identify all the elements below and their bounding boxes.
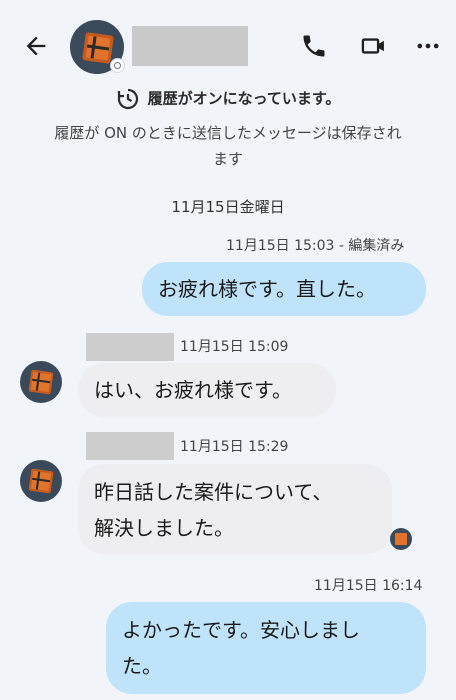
history-status: 履歴がオンになっています。: [0, 86, 456, 111]
history-clock-icon: [117, 88, 138, 109]
message-bubble-incoming[interactable]: 昨日話した案件について、 解決しました。: [78, 464, 392, 554]
read-receipt-avatar: [390, 528, 412, 550]
sender-name-redacted: [86, 333, 174, 361]
history-title: 履歴がオンになっています。: [147, 89, 341, 108]
chat-header: [0, 0, 456, 88]
presence-status-icon: [111, 59, 124, 72]
contact-name-redacted: [132, 26, 248, 66]
history-subtitle: 履歴が ON のときに送信したメッセージは保存され ます: [54, 124, 402, 168]
video-camera-icon[interactable]: [360, 32, 388, 60]
contact-avatar[interactable]: [70, 20, 124, 74]
message-timestamp: 11月15日 15:29: [180, 439, 289, 455]
message-timestamp: 11月15日 15:09: [180, 339, 289, 355]
sender-name-redacted: [86, 432, 174, 460]
sender-avatar[interactable]: [20, 460, 62, 502]
message-bubble-incoming[interactable]: はい、お疲れ様です。: [78, 363, 336, 417]
message-bubble-outgoing[interactable]: お疲れ様です。直した。: [142, 262, 426, 316]
sender-avatar[interactable]: [20, 361, 62, 403]
more-horizontal-icon[interactable]: [414, 32, 442, 60]
date-separator: 11月15日金曜日: [171, 198, 285, 216]
message-bubble-outgoing[interactable]: よかったです。安心しまし た。: [106, 602, 426, 694]
message-timestamp: 11月15日 15:03 - 編集済み: [226, 238, 405, 254]
arrow-left-icon[interactable]: [22, 32, 50, 60]
message-timestamp: 11月15日 16:14: [314, 578, 423, 594]
phone-icon[interactable]: [300, 32, 328, 60]
